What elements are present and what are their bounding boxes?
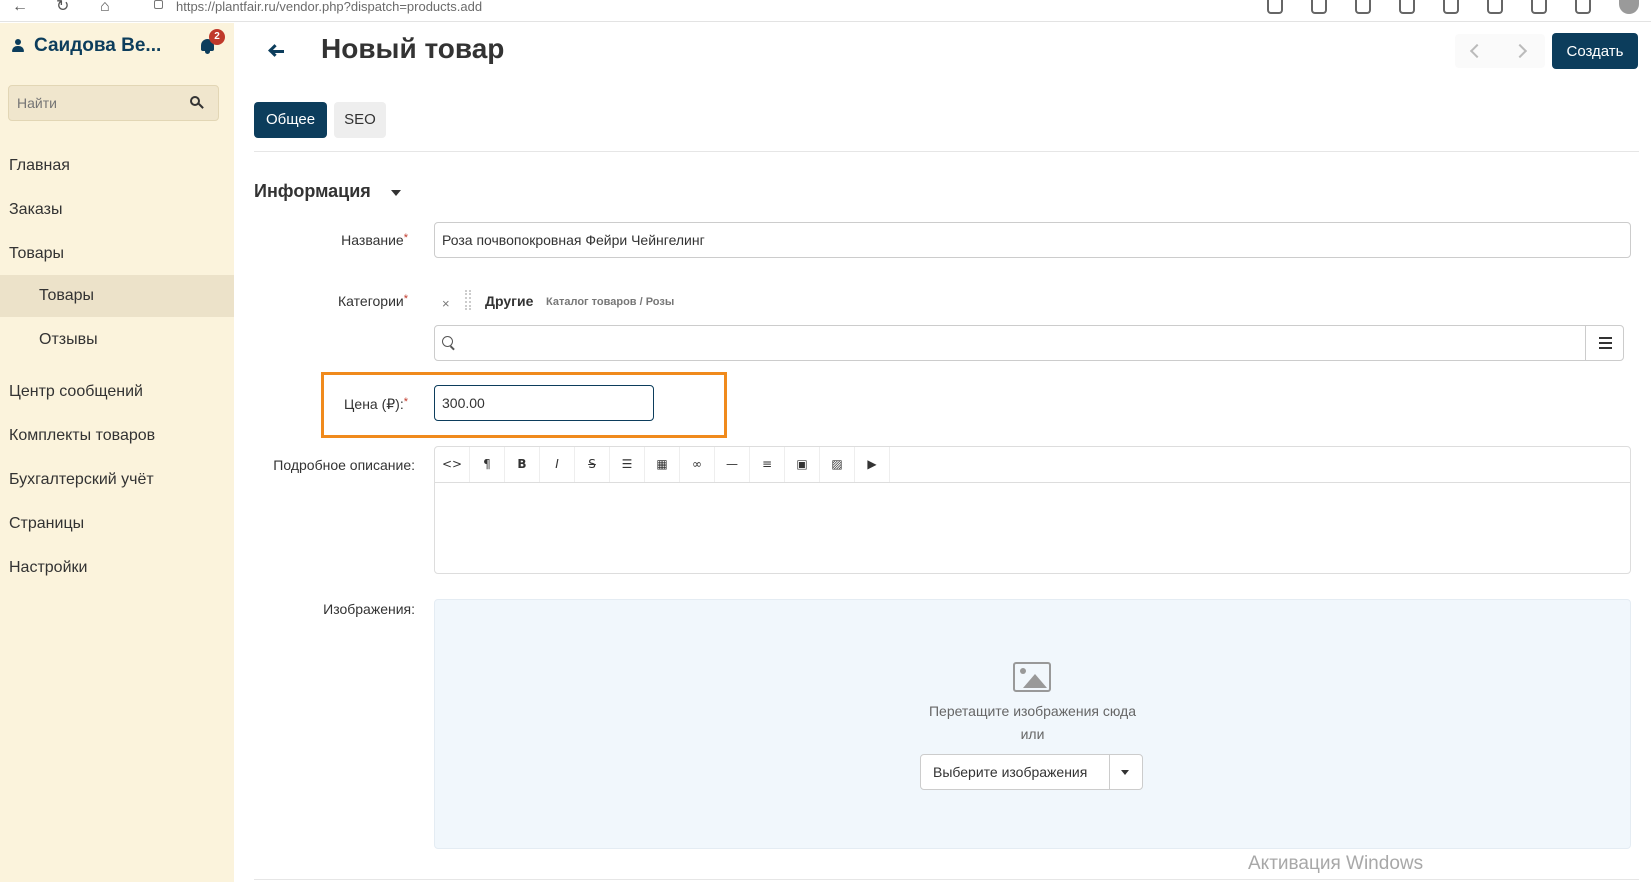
sidebar-item-home[interactable]: Главная [0, 145, 234, 187]
browser-toolbar: ← ↻ ⌂ https://plantfair.ru/vendor.php?di… [0, 0, 1651, 22]
paragraph-icon[interactable]: ¶ [470, 447, 505, 482]
sidebar-item-accounting[interactable]: Бухгалтерский учёт [0, 459, 234, 501]
category-path: Каталог товаров / Розы [546, 296, 675, 308]
strikethrough-icon[interactable]: S [575, 447, 610, 482]
drag-handle-icon[interactable] [465, 290, 471, 310]
favorites-icon[interactable] [1531, 0, 1547, 14]
price-label-text: Цена (₽): [344, 396, 404, 412]
address-bar[interactable]: https://plantfair.ru/vendor.php?dispatch… [138, 0, 1248, 20]
font-color-icon[interactable]: ▣ [785, 447, 820, 482]
sidebar-item-pages[interactable]: Страницы [0, 503, 234, 545]
images-label: Изображения: [323, 601, 415, 617]
browser-home-icon[interactable]: ⌂ [100, 0, 110, 18]
categories-label: Категории* [300, 293, 408, 309]
sidebar-item-messages[interactable]: Центр сообщений [0, 371, 234, 413]
price-input[interactable] [434, 385, 654, 421]
key-icon[interactable] [1267, 0, 1283, 14]
sidebar-subitem-reviews[interactable]: Отзывы [0, 319, 234, 361]
user-icon [12, 39, 24, 53]
tabs-divider [254, 151, 1639, 152]
tab-general[interactable]: Общее [254, 102, 327, 138]
bold-icon[interactable]: B [505, 447, 540, 482]
favorites-add-icon[interactable] [1355, 0, 1371, 14]
align-icon[interactable]: ≡ [750, 447, 785, 482]
notifications-button[interactable]: 2 [200, 29, 225, 54]
list-icon[interactable]: ☰ [610, 447, 645, 482]
image-dropzone[interactable]: Перетащите изображения сюда или Выберите… [434, 599, 1631, 849]
notifications-badge: 2 [209, 29, 225, 45]
caret-down-icon[interactable] [1121, 770, 1129, 775]
name-label-text: Название [341, 232, 404, 248]
description-editor: <> ¶ B I S ☰ ▦ ∞ — ≡ ▣ ▨ ▶ [434, 446, 1631, 574]
bottom-divider [254, 879, 1639, 880]
bell-clapper [205, 51, 210, 54]
extension-icon[interactable] [1443, 0, 1459, 14]
windows-activation-watermark: Активация Windows [1248, 853, 1424, 874]
user-name: Саидова Ве... [34, 35, 162, 56]
read-aloud-icon[interactable] [1311, 0, 1327, 14]
search-input[interactable] [9, 86, 179, 120]
puzzle-icon[interactable] [1487, 0, 1503, 14]
description-label: Подробное описание: [273, 457, 415, 473]
required-mark: * [403, 396, 408, 408]
product-name-input[interactable] [434, 222, 1631, 258]
collections-icon[interactable] [1575, 0, 1591, 14]
image-placeholder-icon [1013, 662, 1051, 692]
or-text: или [1020, 726, 1045, 742]
editor-toolbar: <> ¶ B I S ☰ ▦ ∞ — ≡ ▣ ▨ ▶ [435, 447, 1630, 483]
sidebar-item-orders[interactable]: Заказы [0, 189, 234, 231]
choose-images-button[interactable]: Выберите изображения [920, 754, 1143, 790]
sidebar-item-products[interactable]: Товары [0, 233, 234, 275]
sidebar-search [8, 85, 219, 121]
italic-icon[interactable]: I [540, 447, 575, 482]
required-mark: * [403, 293, 408, 305]
menu-icon [1599, 337, 1612, 339]
category-search-input[interactable] [434, 325, 1624, 361]
choose-images-label: Выберите изображения [933, 764, 1088, 780]
table-icon[interactable]: ▦ [645, 447, 680, 482]
chevron-right-icon[interactable] [1512, 43, 1528, 59]
category-name: Другие [485, 293, 534, 309]
url-text: https://plantfair.ru/vendor.php?dispatch… [176, 0, 483, 14]
extension-icon[interactable] [1399, 0, 1415, 14]
page-title: Новый товар [321, 33, 505, 64]
caret-down-icon[interactable] [391, 190, 401, 196]
horizontal-rule-icon[interactable]: — [715, 447, 750, 482]
browser-reload-icon[interactable]: ↻ [56, 0, 69, 18]
sidebar-subitem-products[interactable]: Товары [0, 275, 234, 317]
video-icon[interactable]: ▶ [855, 447, 890, 482]
sidebar: Саидова Ве... 2 Главная Заказы Товары То… [0, 23, 234, 882]
required-mark: * [403, 232, 408, 244]
categories-label-text: Категории [338, 293, 404, 309]
back-arrow-icon[interactable] [268, 43, 288, 59]
browser-extensions [1267, 0, 1639, 14]
category-remove-icon[interactable]: × [442, 296, 450, 311]
lock-icon [154, 0, 163, 9]
code-view-icon[interactable]: <> [435, 447, 470, 482]
search-icon[interactable] [190, 96, 204, 109]
button-divider [1109, 755, 1110, 789]
user-menu[interactable]: Саидова Ве... [12, 35, 161, 57]
drag-text: Перетащите изображения сюда [928, 703, 1137, 719]
prev-next-nav [1455, 34, 1545, 68]
sidebar-item-bundles[interactable]: Комплекты товаров [0, 415, 234, 457]
browser-back-icon[interactable]: ← [12, 0, 28, 18]
category-picker-button[interactable] [1585, 326, 1623, 360]
sidebar-item-settings[interactable]: Настройки [0, 547, 234, 589]
name-label: Название* [300, 232, 408, 248]
price-label: Цена (₽):* [320, 396, 408, 413]
chevron-left-icon[interactable] [1469, 43, 1485, 59]
tab-seo[interactable]: SEO [334, 102, 386, 138]
create-button[interactable]: Создать [1552, 33, 1638, 69]
profile-avatar[interactable] [1619, 0, 1639, 14]
link-icon[interactable]: ∞ [680, 447, 715, 482]
section-title[interactable]: Информация [254, 181, 371, 202]
image-icon[interactable]: ▨ [820, 447, 855, 482]
